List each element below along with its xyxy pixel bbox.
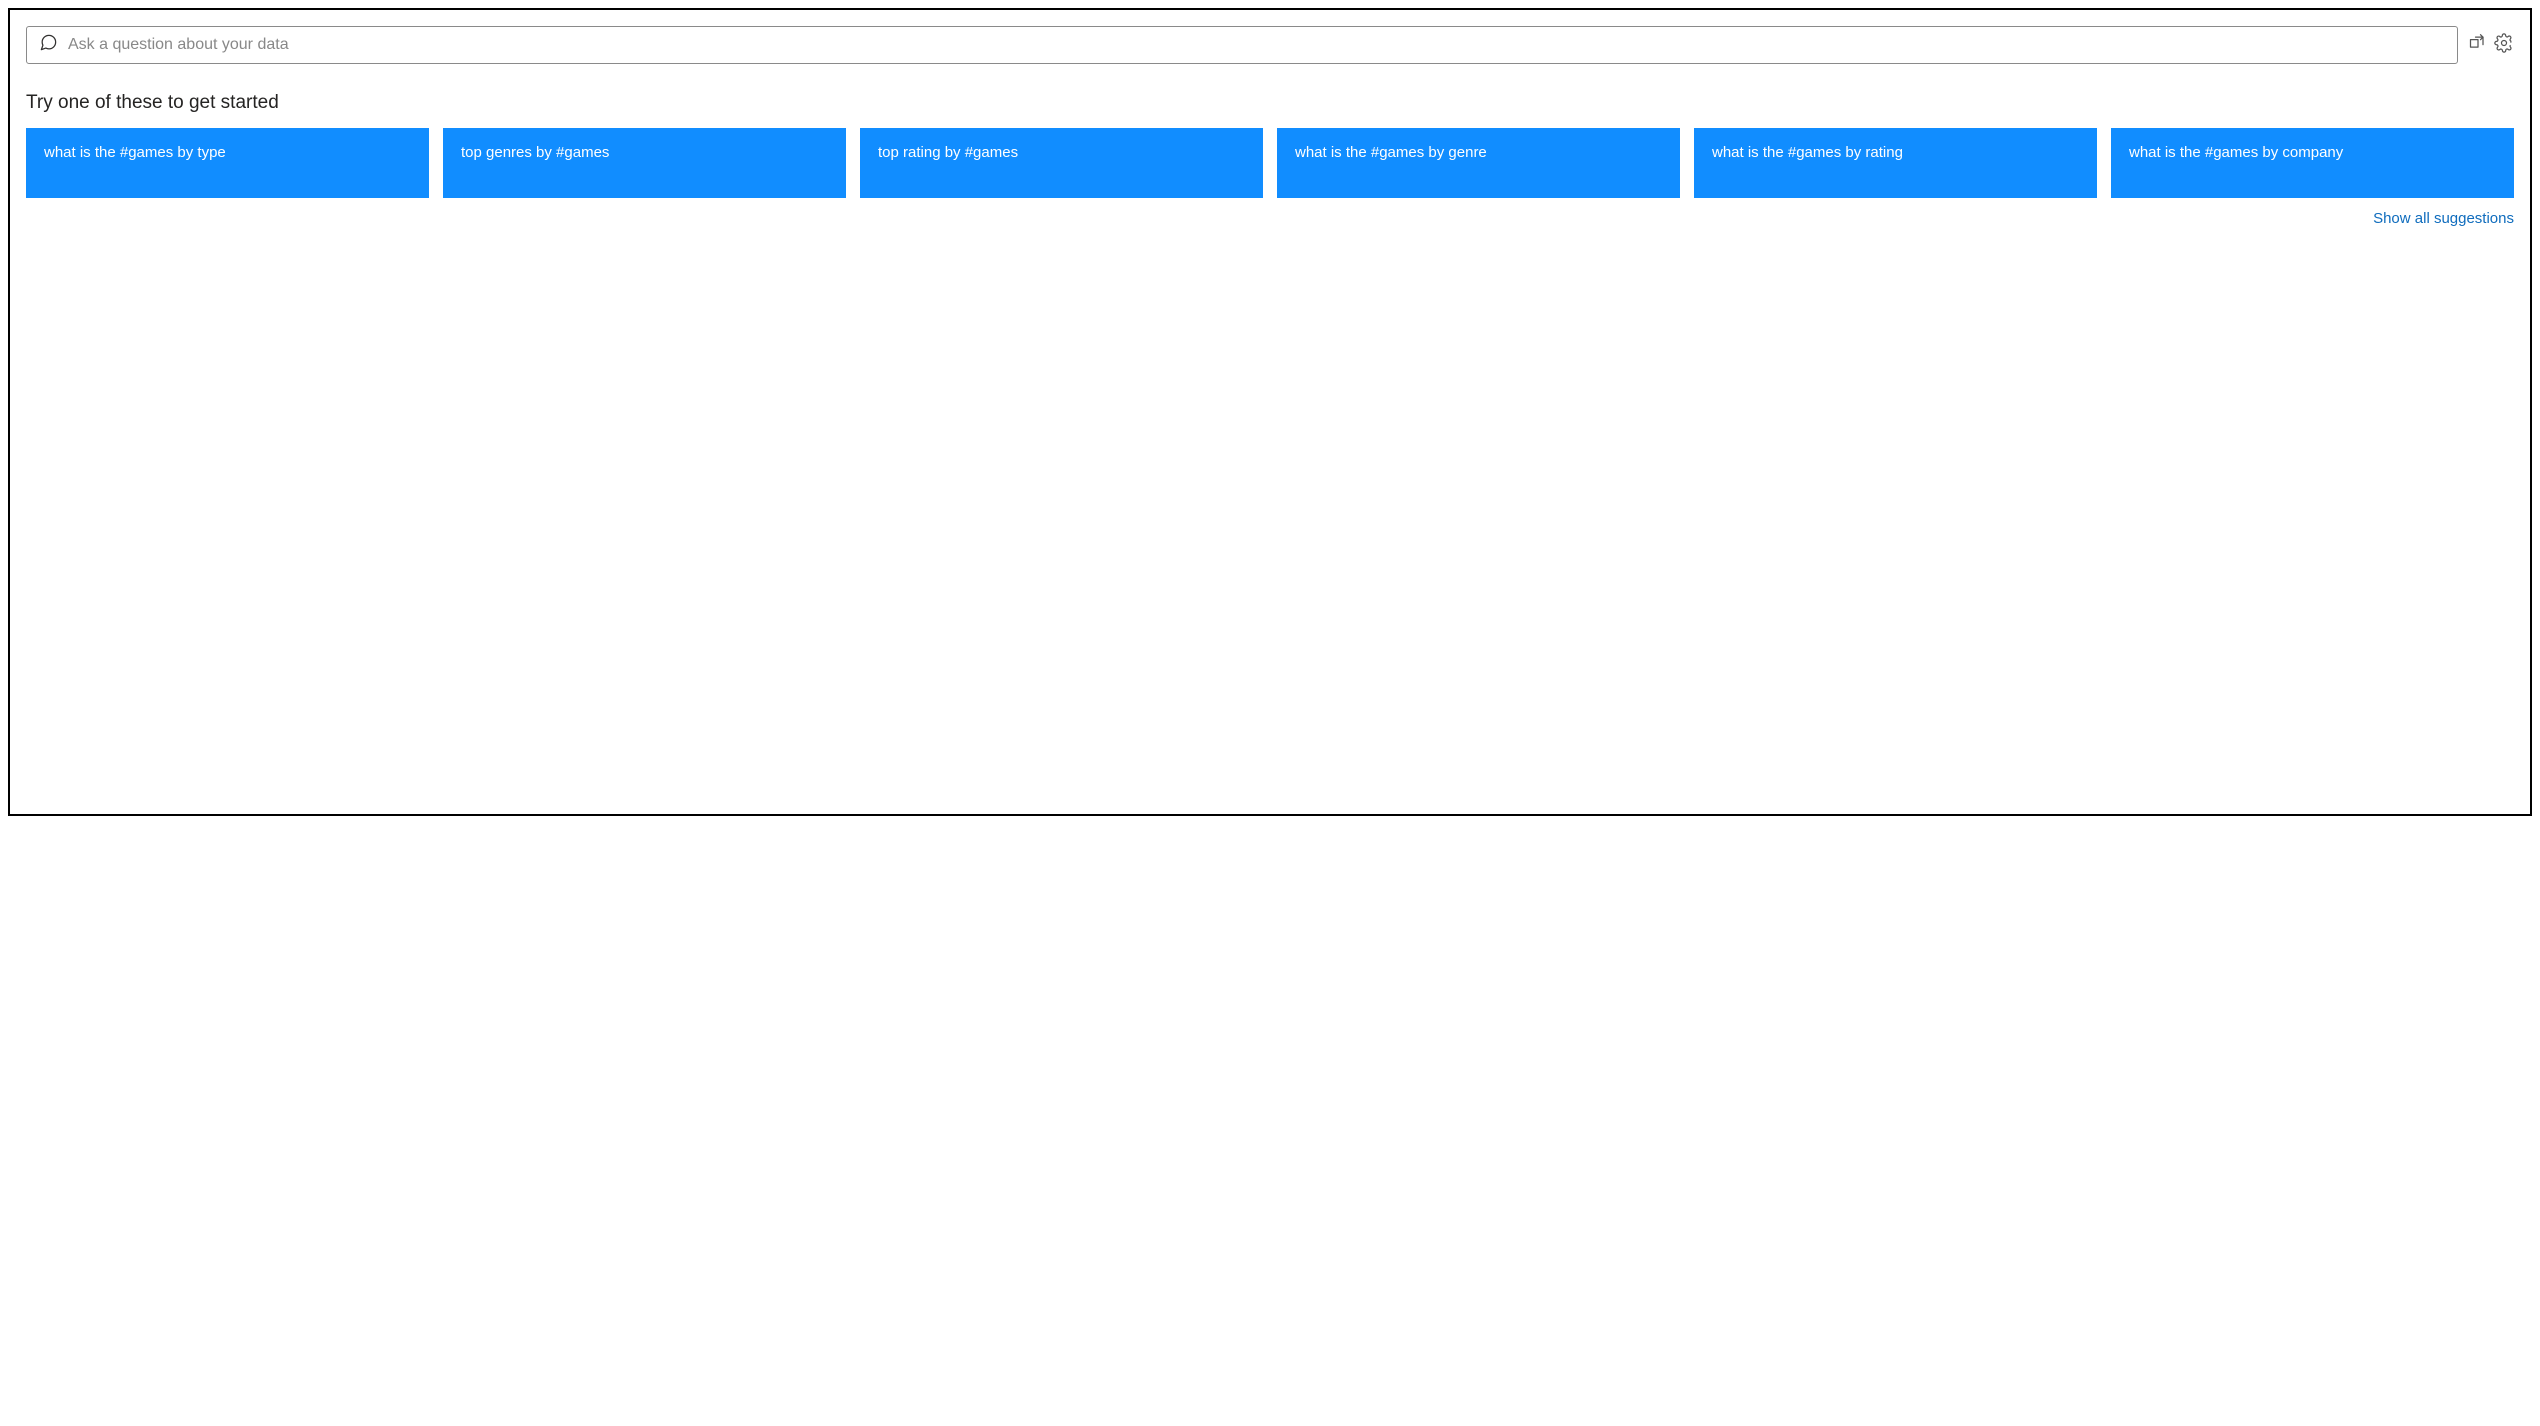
search-container[interactable] — [26, 26, 2458, 64]
suggestion-card[interactable]: top rating by #games — [860, 128, 1263, 198]
qa-panel: Try one of these to get started what is … — [8, 8, 2532, 816]
toolbar-icons — [2468, 33, 2514, 58]
suggestion-card[interactable]: what is the #games by type — [26, 128, 429, 198]
suggestion-card[interactable]: what is the #games by rating — [1694, 128, 2097, 198]
suggestion-card[interactable]: what is the #games by genre — [1277, 128, 1680, 198]
chat-icon — [39, 33, 58, 57]
suggestion-card[interactable]: top genres by #games — [443, 128, 846, 198]
suggestion-card-label: what is the #games by rating — [1712, 142, 1903, 163]
section-title: Try one of these to get started — [26, 92, 2514, 114]
settings-icon[interactable] — [2494, 33, 2514, 58]
suggestion-card-label: top rating by #games — [878, 142, 1018, 163]
suggestion-card[interactable]: what is the #games by company — [2111, 128, 2514, 198]
search-row — [26, 26, 2514, 64]
suggestion-cards-row: what is the #games by type top genres by… — [26, 128, 2514, 198]
show-all-suggestions-link[interactable]: Show all suggestions — [2373, 210, 2514, 227]
suggestion-card-label: top genres by #games — [461, 142, 609, 163]
suggestion-card-label: what is the #games by company — [2129, 142, 2343, 163]
convert-visual-icon[interactable] — [2468, 33, 2488, 58]
suggestion-card-label: what is the #games by type — [44, 142, 226, 163]
show-all-row: Show all suggestions — [26, 210, 2514, 228]
suggestion-card-label: what is the #games by genre — [1295, 142, 1487, 163]
search-input[interactable] — [68, 36, 2445, 54]
